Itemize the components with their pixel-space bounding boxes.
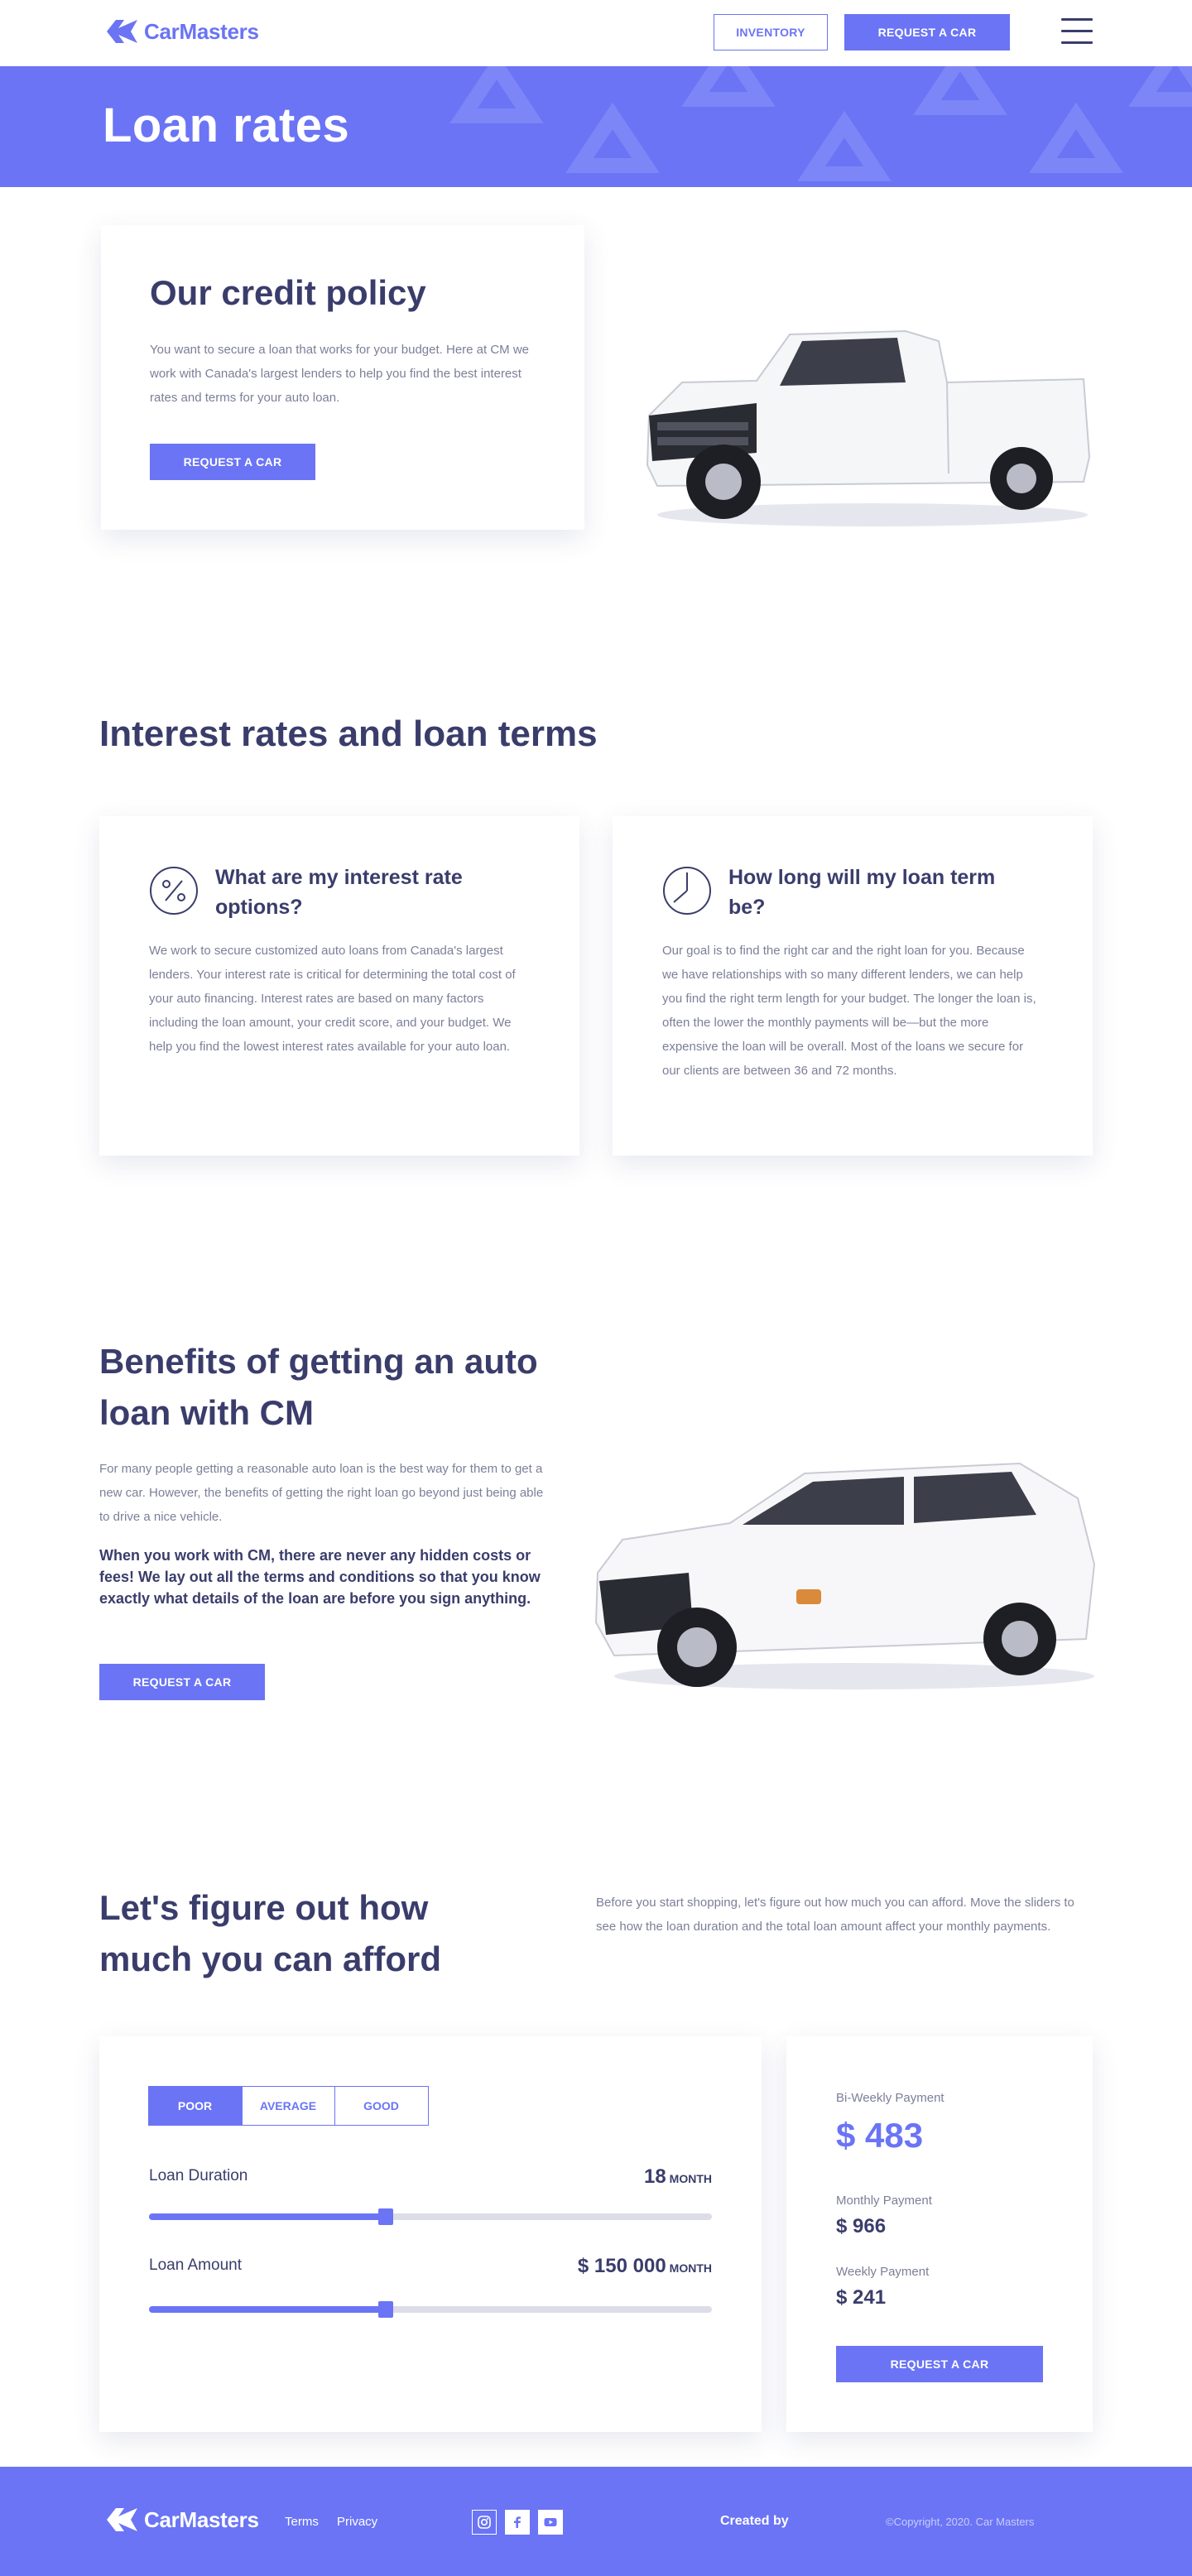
- loan-amount-slider[interactable]: [149, 2301, 712, 2318]
- page-banner: Loan rates: [0, 66, 1192, 187]
- monthly-payment-label: Monthly Payment: [836, 2194, 932, 2208]
- loan-duration-unit: MONTH: [669, 2172, 712, 2185]
- biweekly-payment-label: Bi-Weekly Payment: [836, 2091, 944, 2105]
- credit-request-car-button[interactable]: REQUEST A CAR: [150, 444, 315, 480]
- inventory-button[interactable]: INVENTORY: [714, 14, 828, 50]
- loan-term-card-text: Our goal is to find the right car and th…: [662, 944, 1036, 1078]
- benefits-highlight: When you work with CM, there are never a…: [99, 1547, 541, 1607]
- instagram-icon[interactable]: [472, 2510, 497, 2535]
- loan-amount-label: Loan Amount: [149, 2256, 242, 2274]
- credit-option-poor[interactable]: POOR: [147, 2086, 243, 2126]
- footer-brand-logo[interactable]: CarMasters: [104, 2506, 259, 2533]
- footer-brand-name: CarMasters: [144, 2506, 259, 2532]
- percent-icon: [150, 867, 198, 915]
- footer-terms-link[interactable]: Terms: [285, 2515, 319, 2529]
- clock-icon: [663, 867, 711, 915]
- loan-duration-slider[interactable]: [149, 2208, 712, 2225]
- loan-amount-number: $ 150 000: [577, 2255, 666, 2277]
- hamburger-menu-icon[interactable]: [1061, 18, 1093, 46]
- benefits-title: Benefits of getting an auto loan with CM: [99, 1342, 538, 1432]
- credit-option-average[interactable]: AVERAGE: [241, 2086, 335, 2126]
- brand-name: CarMasters: [144, 18, 259, 44]
- loan-duration-handle[interactable]: [377, 2208, 393, 2225]
- loan-calculator-card: POOR AVERAGE GOOD Loan Duration 18 MONTH …: [99, 2036, 762, 2432]
- loan-duration-fill: [149, 2213, 386, 2220]
- biweekly-payment-value: $ 483: [836, 2116, 924, 2155]
- interest-section-title: Interest rates and loan terms: [99, 714, 598, 754]
- interest-card-text: We work to secure customized auto loans …: [149, 944, 516, 1054]
- copyright-text: ©Copyright, 2020. Car Masters: [886, 2516, 1035, 2528]
- loan-duration-value: 18 MONTH: [644, 2165, 712, 2189]
- request-car-header-button[interactable]: REQUEST A CAR: [844, 14, 1010, 50]
- benefits-text: For many people getting a reasonable aut…: [99, 1462, 544, 1524]
- loan-amount-value: $ 150 000 MONTH: [578, 2255, 712, 2278]
- site-footer: CarMasters Terms Privacy Created by ©Cop…: [0, 2467, 1192, 2576]
- page-title: Loan rates: [103, 99, 350, 152]
- payment-request-car-button[interactable]: REQUEST A CAR: [836, 2346, 1043, 2382]
- footer-privacy-link[interactable]: Privacy: [337, 2515, 377, 2529]
- brand-logo[interactable]: CarMasters: [104, 18, 259, 45]
- payment-summary-card: Bi-Weekly Payment $ 483 Monthly Payment …: [786, 2036, 1093, 2432]
- credit-policy-card: Our credit policy You want to secure a l…: [101, 225, 584, 530]
- loan-term-card: How long will my loan term be? Our goal …: [613, 816, 1093, 1156]
- interest-card: What are my interest rate options? We wo…: [99, 816, 579, 1156]
- suv-image: [594, 1462, 1096, 1689]
- weekly-payment-label: Weekly Payment: [836, 2265, 930, 2279]
- pickup-truck-image: [646, 329, 1091, 526]
- facebook-icon[interactable]: [505, 2510, 530, 2535]
- monthly-payment-value: $ 966: [836, 2215, 887, 2237]
- credit-policy-text: You want to secure a loan that works for…: [150, 343, 530, 405]
- loan-amount-fill: [149, 2306, 386, 2313]
- loan-amount-unit: MONTH: [669, 2261, 712, 2275]
- afford-text: Before you start shopping, let's figure …: [596, 1896, 1074, 1934]
- site-header: CarMasters INVENTORY REQUEST A CAR: [0, 0, 1192, 66]
- credit-score-selector: POOR AVERAGE GOOD: [147, 2086, 429, 2126]
- triangle-pattern-decoration: [449, 66, 1192, 181]
- credit-policy-title: Our credit policy: [150, 273, 426, 312]
- interest-card-title: What are my interest rate options?: [215, 866, 463, 919]
- created-by-text: Created by: [720, 2514, 789, 2528]
- weekly-payment-value: $ 241: [836, 2286, 887, 2309]
- afford-title: Let's figure out how much you can afford: [99, 1888, 442, 1978]
- carmasters-logo-icon: [107, 20, 137, 43]
- youtube-icon[interactable]: [538, 2510, 563, 2535]
- benefits-request-car-button[interactable]: REQUEST A CAR: [99, 1664, 265, 1700]
- loan-amount-handle[interactable]: [377, 2301, 393, 2318]
- loan-term-card-title: How long will my loan term be?: [728, 866, 996, 919]
- credit-option-good[interactable]: GOOD: [334, 2086, 429, 2126]
- carmasters-logo-icon: [107, 2508, 137, 2531]
- loan-duration-label: Loan Duration: [149, 2167, 248, 2184]
- loan-duration-number: 18: [643, 2165, 666, 2188]
